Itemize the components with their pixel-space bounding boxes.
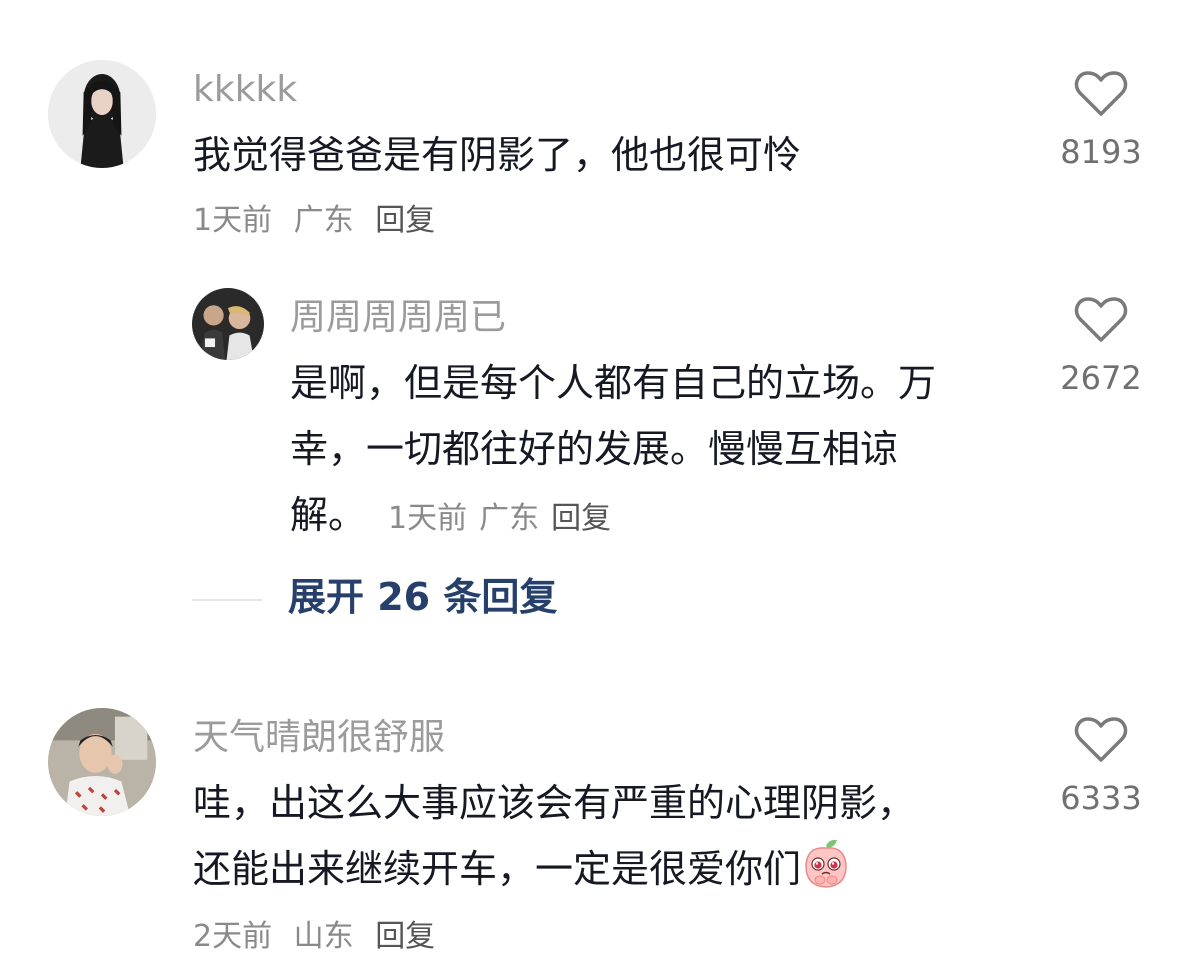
avatar-woman-icon [48,60,156,168]
avatar[interactable] [192,288,264,360]
like-count: 8193 [1060,133,1142,171]
heart-icon [1074,297,1128,342]
expand-replies-button[interactable]: 展开 26 条回复 [288,578,557,616]
reply-text-line-3-text: 解。 [290,493,367,537]
heart-icon [1074,717,1128,762]
comment-text: 哇，出这么大事应该会有严重的心理阴影， 还能出来继续开车，一定是很爱你们 [193,770,1013,902]
expand-divider [192,599,262,601]
reply-text: 是啊，但是每个人都有自己的立场。万 幸，一切都往好的发展。慢慢互相谅 解。 1天前… [290,350,1030,552]
reply-button[interactable]: 回复 [375,919,435,954]
comment-list: kkkkk 我觉得爸爸是有阴影了，他也很可怜 1天前 广东 回复 8193 周周… [0,0,1179,972]
comment-text-line-2: 还能出来继续开车，一定是很爱你们 [193,836,1013,902]
peach-pleading-emoji-icon [805,839,847,888]
reply-text-line-1: 是啊，但是每个人都有自己的立场。万 [290,361,937,405]
comment-text: 我觉得爸爸是有阴影了，他也很可怜 [193,133,802,177]
avatar-man-icon [48,708,156,816]
like-button[interactable]: 2672 [1046,296,1156,394]
comment-meta: 1天前 广东 回复 [193,206,447,236]
comment-text-line-1: 哇，出这么大事应该会有严重的心理阴影， [193,781,916,825]
comment-location: 广东 [293,203,354,238]
comment-username[interactable]: kkkkk [193,72,297,108]
comment-meta: 2天前 山东 回复 [193,922,447,952]
like-count: 6333 [1060,779,1142,817]
reply-button[interactable]: 回复 [551,501,611,536]
like-button[interactable]: 6333 [1046,716,1156,814]
reply-time: 1天前 [388,501,468,536]
avatar-group-icon [192,288,264,360]
like-count: 2672 [1060,359,1142,397]
reply-text-line-3: 解。 1天前 广东 回复 [290,482,1030,552]
avatar[interactable] [48,60,156,168]
reply-location: 广东 [479,501,540,536]
comment-username[interactable]: 天气晴朗很舒服 [193,720,445,756]
comment-time: 1天前 [193,203,273,238]
comment-location: 山东 [293,919,354,954]
reply-button[interactable]: 回复 [375,203,435,238]
avatar[interactable] [48,708,156,816]
reply-text-line-2: 幸，一切都往好的发展。慢慢互相谅 [290,427,899,471]
heart-icon [1074,71,1128,116]
like-button[interactable]: 8193 [1046,70,1156,168]
comment-time: 2天前 [193,919,273,954]
reply-username[interactable]: 周周周周周已 [290,300,506,336]
reply-meta: 1天前 广东 回复 [388,501,623,536]
comment-text-line-2-text: 还能出来继续开车，一定是很爱你们 [193,847,802,891]
